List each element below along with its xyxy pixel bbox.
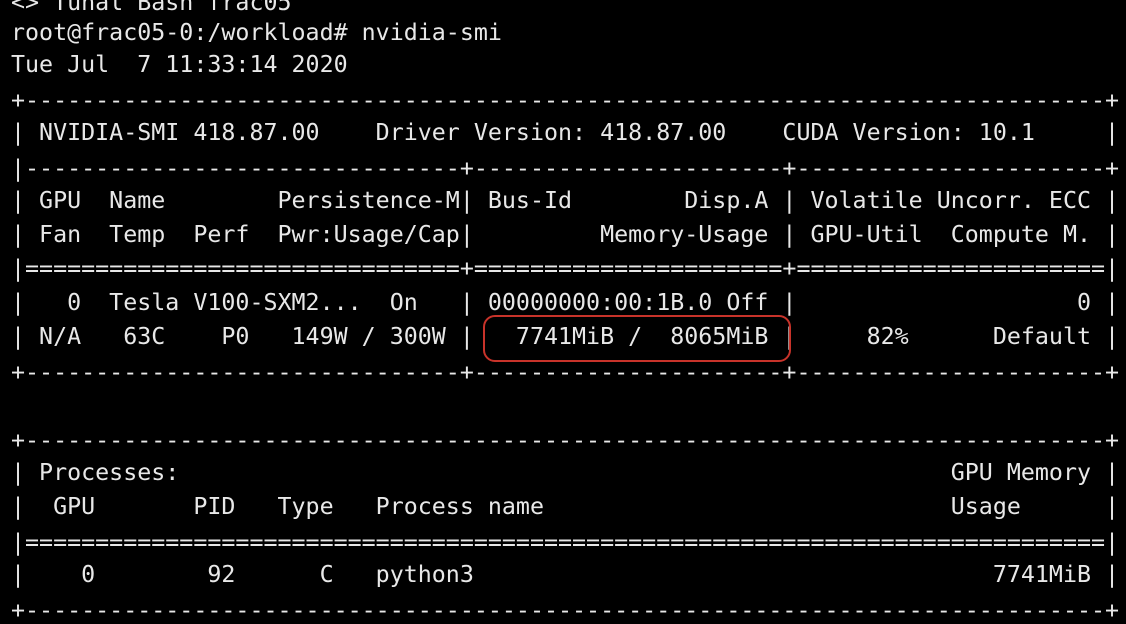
process-table-top-border: +---------------------------------------… — [11, 427, 1120, 454]
process-table-bottom-border: +---------------------------------------… — [11, 597, 1120, 624]
driver-info-row: | NVIDIA-SMI 418.87.00 Driver Version: 4… — [11, 119, 1120, 146]
terminal-window[interactable]: <> Tunal Bash frac05 root@frac05-0:/work… — [0, 0, 1126, 624]
process-header-row-1: | Processes: GPU Memory | — [11, 459, 1120, 486]
memory-usage-highlight — [483, 315, 791, 362]
timestamp-line: Tue Jul 7 11:33:14 2020 — [11, 51, 348, 78]
gpu-header-separator: |===============================+=======… — [11, 255, 1120, 282]
process-header-separator: |=======================================… — [11, 529, 1120, 556]
command-prompt-line: root@frac05-0:/workload# nvidia-smi — [11, 19, 502, 46]
gpu-header-row-2: | Fan Temp Perf Pwr:Usage/Cap| Memory-Us… — [11, 221, 1120, 248]
table-top-border: +---------------------------------------… — [11, 87, 1120, 114]
gpu-header-row-1: | GPU Name Persistence-M| Bus-Id Disp.A … — [11, 187, 1120, 214]
process-row: | 0 92 C python3 7741MiB | — [11, 561, 1120, 588]
table-divider: |-------------------------------+-------… — [11, 155, 1120, 182]
process-header-row-2: | GPU PID Type Process name Usage | — [11, 493, 1120, 520]
